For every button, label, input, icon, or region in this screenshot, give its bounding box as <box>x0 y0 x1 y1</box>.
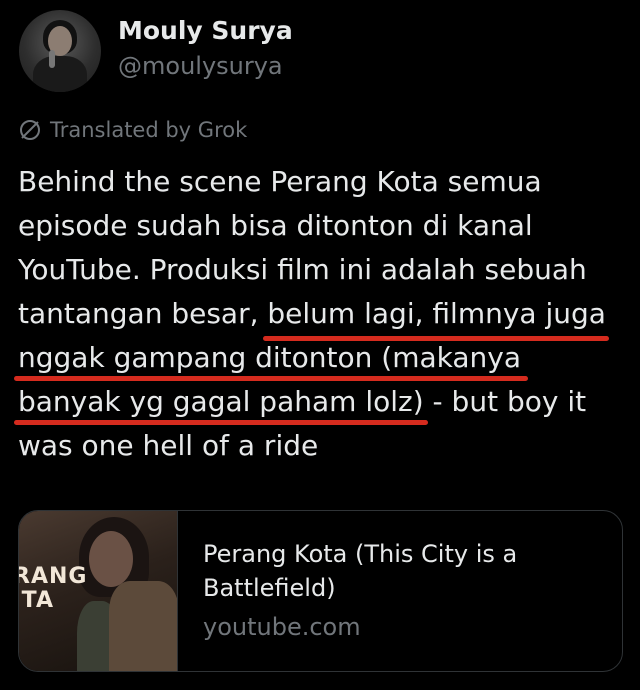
highlighted-fragment: nggak gampang ditonton (makanya <box>18 341 522 374</box>
tweet-line: nggak gampang ditonton (makanya <box>18 336 628 380</box>
tweet-fragment: tantangan besar, <box>18 297 268 330</box>
link-card[interactable]: RANG TA Perang Kota (This City is a Batt… <box>18 510 623 672</box>
highlight-underline <box>14 376 528 381</box>
translated-label: Translated by Grok <box>50 118 248 142</box>
translated-by-grok[interactable]: Translated by Grok <box>18 118 247 142</box>
tweet-line: banyak yg gagal paham lolz) - but boy it <box>18 380 628 424</box>
grok-slash-icon <box>20 120 40 140</box>
highlight-underline <box>14 420 428 425</box>
thumbnail-title-text: RANG TA <box>19 564 88 613</box>
author-handle[interactable]: @moulysurya <box>118 52 283 80</box>
tweet-line: episode sudah bisa ditonton di kanal <box>18 209 533 242</box>
card-info: Perang Kota (This City is a Battlefield)… <box>178 511 583 671</box>
tweet-line: YouTube. Produksi film ini adalah sebuah <box>18 253 587 286</box>
card-title: Perang Kota (This City is a Battlefield) <box>203 540 518 602</box>
video-thumbnail: RANG TA <box>19 511 178 671</box>
tweet-fragment: - but boy it <box>423 385 587 418</box>
highlighted-text: belum lagi, filmnya juga <box>267 297 606 330</box>
tweet-line: Behind the scene Perang Kota semua <box>18 165 542 198</box>
tweet-line: tantangan besar, belum lagi, filmnya jug… <box>18 292 628 336</box>
microphone-icon <box>49 50 55 68</box>
highlighted-text: banyak yg gagal paham lolz) <box>18 385 424 418</box>
tweet-line: was one hell of a ride <box>18 429 319 462</box>
thumbnail-figure <box>109 581 177 671</box>
avatar[interactable] <box>19 10 101 92</box>
highlight-underline <box>263 336 609 341</box>
highlighted-fragment: belum lagi, filmnya juga <box>267 297 606 330</box>
card-domain: youtube.com <box>203 613 361 641</box>
author-name[interactable]: Mouly Surya <box>118 16 293 45</box>
thumbnail-face <box>89 531 133 587</box>
highlighted-text: nggak gampang ditonton (makanya <box>18 341 521 374</box>
avatar-body <box>33 56 87 92</box>
highlighted-fragment: banyak yg gagal paham lolz) <box>18 385 424 418</box>
